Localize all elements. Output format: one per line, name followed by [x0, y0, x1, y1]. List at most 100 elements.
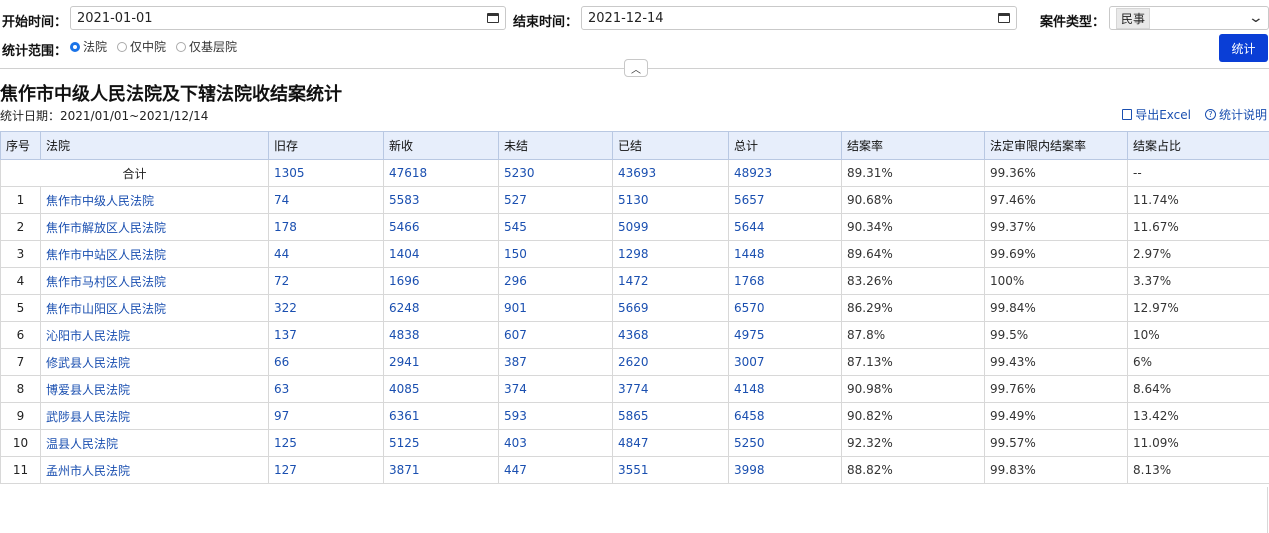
column-header[interactable]: 结案占比	[1127, 131, 1269, 160]
court-name-link[interactable]: 焦作市山阳区人民法院	[40, 294, 269, 322]
table-row: 8 博爱县人民法院 63 4085 374 3774 4148 90.98% 99.76% 8.6…	[0, 375, 1269, 403]
collapse-toggle-button[interactable]: ︿	[624, 59, 648, 77]
table-cell[interactable]: 607	[498, 321, 613, 349]
court-name-link[interactable]: 修武县人民法院	[40, 348, 269, 376]
table-cell[interactable]: 1768	[728, 267, 842, 295]
table-cell[interactable]: 4368	[612, 321, 729, 349]
column-header[interactable]: 已结	[612, 131, 729, 160]
table-cell[interactable]: 6570	[728, 294, 842, 322]
table-cell[interactable]: 5644	[728, 213, 842, 241]
table-cell[interactable]: 74	[268, 186, 384, 214]
column-header[interactable]: 未结	[498, 131, 613, 160]
table-cell[interactable]: 527	[498, 186, 613, 214]
court-name-link[interactable]: 武陟县人民法院	[40, 402, 269, 430]
table-cell[interactable]: 6248	[383, 294, 499, 322]
table-cell[interactable]: 6361	[383, 402, 499, 430]
table-cell[interactable]: 322	[268, 294, 384, 322]
table-cell[interactable]: 1298	[612, 240, 729, 268]
table-cell[interactable]: 3551	[612, 456, 729, 484]
court-name-link[interactable]: 沁阳市人民法院	[40, 321, 269, 349]
court-name-link[interactable]: 焦作市中站区人民法院	[40, 240, 269, 268]
column-header[interactable]: 新收	[383, 131, 499, 160]
table-cell[interactable]: 44	[268, 240, 384, 268]
table-row: 1 焦作市中级人民法院 74 5583 527 5130 5657 90.68% 97.46% 1…	[0, 186, 1269, 214]
column-header[interactable]: 总计	[728, 131, 842, 160]
calendar-icon[interactable]	[487, 13, 499, 23]
court-name-link[interactable]: 焦作市解放区人民法院	[40, 213, 269, 241]
table-cell[interactable]: 4975	[728, 321, 842, 349]
table-cell: 86.29%	[841, 294, 985, 322]
table-cell[interactable]: 2941	[383, 348, 499, 376]
scope-radio-court[interactable]: 法院	[70, 38, 107, 55]
table-cell[interactable]: 545	[498, 213, 613, 241]
column-header[interactable]: 法定审限内结案率	[984, 131, 1128, 160]
calendar-icon[interactable]	[998, 13, 1010, 23]
table-cell[interactable]: 72	[268, 267, 384, 295]
column-header[interactable]: 法院	[40, 131, 269, 160]
table-cell[interactable]: 5466	[383, 213, 499, 241]
table-cell[interactable]: 4847	[612, 429, 729, 457]
table-cell[interactable]: 1404	[383, 240, 499, 268]
column-header[interactable]: 旧存	[268, 131, 384, 160]
table-cell[interactable]: 5099	[612, 213, 729, 241]
table-cell[interactable]: 1696	[383, 267, 499, 295]
table-cell[interactable]: 1448	[728, 240, 842, 268]
case-type-select[interactable]: 民事 ⌄	[1109, 6, 1269, 30]
table-cell[interactable]: 150	[498, 240, 613, 268]
case-type-value: 民事	[1116, 7, 1151, 29]
table-cell[interactable]: 127	[268, 456, 384, 484]
court-name-link[interactable]: 孟州市人民法院	[40, 456, 269, 484]
table-cell[interactable]: 593	[498, 402, 613, 430]
table-cell[interactable]: 47618	[383, 159, 499, 187]
table-cell[interactable]: 97	[268, 402, 384, 430]
table-cell[interactable]: 901	[498, 294, 613, 322]
court-name-link[interactable]: 温县人民法院	[40, 429, 269, 457]
table-cell[interactable]: 3007	[728, 348, 842, 376]
export-excel-link[interactable]: 导出Excel	[1122, 106, 1191, 123]
table-cell[interactable]: 125	[268, 429, 384, 457]
table-cell[interactable]: 43693	[612, 159, 729, 187]
table-cell[interactable]: 2620	[612, 348, 729, 376]
table-cell[interactable]: 387	[498, 348, 613, 376]
end-date-input[interactable]: 2021-12-14	[581, 6, 1017, 30]
court-name-link[interactable]: 焦作市中级人民法院	[40, 186, 269, 214]
table-cell[interactable]: 3774	[612, 375, 729, 403]
table-cell[interactable]: 6458	[728, 402, 842, 430]
row-index: 11	[0, 456, 41, 484]
court-name-link[interactable]: 焦作市马村区人民法院	[40, 267, 269, 295]
table-cell[interactable]: 296	[498, 267, 613, 295]
table-row: 10 温县人民法院 125 5125 403 4847 5250 92.32% 99.57% 11…	[0, 429, 1269, 457]
table-cell[interactable]: 1305	[268, 159, 384, 187]
table-cell[interactable]: 3871	[383, 456, 499, 484]
table-cell[interactable]: 5230	[498, 159, 613, 187]
scope-radio-intermediate[interactable]: 仅中院	[117, 38, 166, 55]
table-cell[interactable]: 4838	[383, 321, 499, 349]
table-cell[interactable]: 5669	[612, 294, 729, 322]
statistics-button[interactable]: 统计	[1219, 34, 1268, 62]
table-cell[interactable]: 5125	[383, 429, 499, 457]
table-cell[interactable]: 5583	[383, 186, 499, 214]
table-cell[interactable]: 4085	[383, 375, 499, 403]
table-cell[interactable]: 3998	[728, 456, 842, 484]
table-cell[interactable]: 447	[498, 456, 613, 484]
table-cell[interactable]: 403	[498, 429, 613, 457]
table-cell[interactable]: 5250	[728, 429, 842, 457]
table-cell[interactable]: 4148	[728, 375, 842, 403]
column-header[interactable]: 结案率	[841, 131, 985, 160]
table-cell[interactable]: 66	[268, 348, 384, 376]
table-cell[interactable]: 178	[268, 213, 384, 241]
column-header[interactable]: 序号	[0, 131, 41, 160]
report-tools: 导出Excel ? 统计说明	[1122, 106, 1267, 123]
table-cell[interactable]: 374	[498, 375, 613, 403]
table-cell[interactable]: 137	[268, 321, 384, 349]
table-cell[interactable]: 5865	[612, 402, 729, 430]
table-cell[interactable]: 63	[268, 375, 384, 403]
table-cell[interactable]: 5130	[612, 186, 729, 214]
help-link[interactable]: ? 统计说明	[1204, 106, 1267, 123]
start-date-input[interactable]: 2021-01-01	[70, 6, 506, 30]
table-cell[interactable]: 1472	[612, 267, 729, 295]
table-cell[interactable]: 5657	[728, 186, 842, 214]
table-cell[interactable]: 48923	[728, 159, 842, 187]
court-name-link[interactable]: 博爱县人民法院	[40, 375, 269, 403]
scope-radio-basic[interactable]: 仅基层院	[176, 38, 237, 55]
